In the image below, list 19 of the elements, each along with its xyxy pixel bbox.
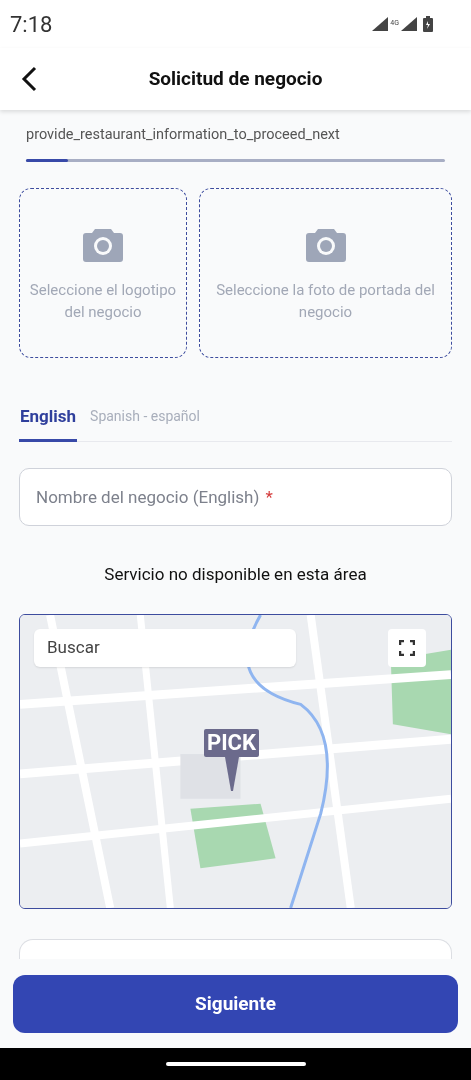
business-name-field[interactable]: Nombre del negocio (English) * <box>19 468 452 527</box>
field-placeholder: Nombre del negocio (English) <box>36 485 260 509</box>
status-time: 7:18 <box>10 10 53 39</box>
map-view[interactable]: Buscar PICK <box>19 613 452 909</box>
next-button[interactable]: Siguiente <box>13 975 458 1033</box>
input-field[interactable] <box>19 938 452 959</box>
required-mark: * <box>265 485 273 509</box>
battery-icon <box>423 16 433 32</box>
signal-icon <box>372 17 389 31</box>
screen-title: Solicitud de negocio <box>148 65 323 92</box>
fullscreen-button[interactable] <box>388 628 426 667</box>
language-tab[interactable]: English <box>19 403 78 443</box>
instruction-text: provide_restaurant_information_to_proceed_next <box>26 125 341 145</box>
signal-icon <box>401 17 417 31</box>
fullscreen-icon <box>399 639 415 656</box>
service-message: Servicio no disponible en esta área <box>103 563 368 587</box>
pin-icon <box>224 756 239 793</box>
map-search-field[interactable]: Buscar <box>34 628 296 667</box>
back-icon <box>21 66 37 92</box>
